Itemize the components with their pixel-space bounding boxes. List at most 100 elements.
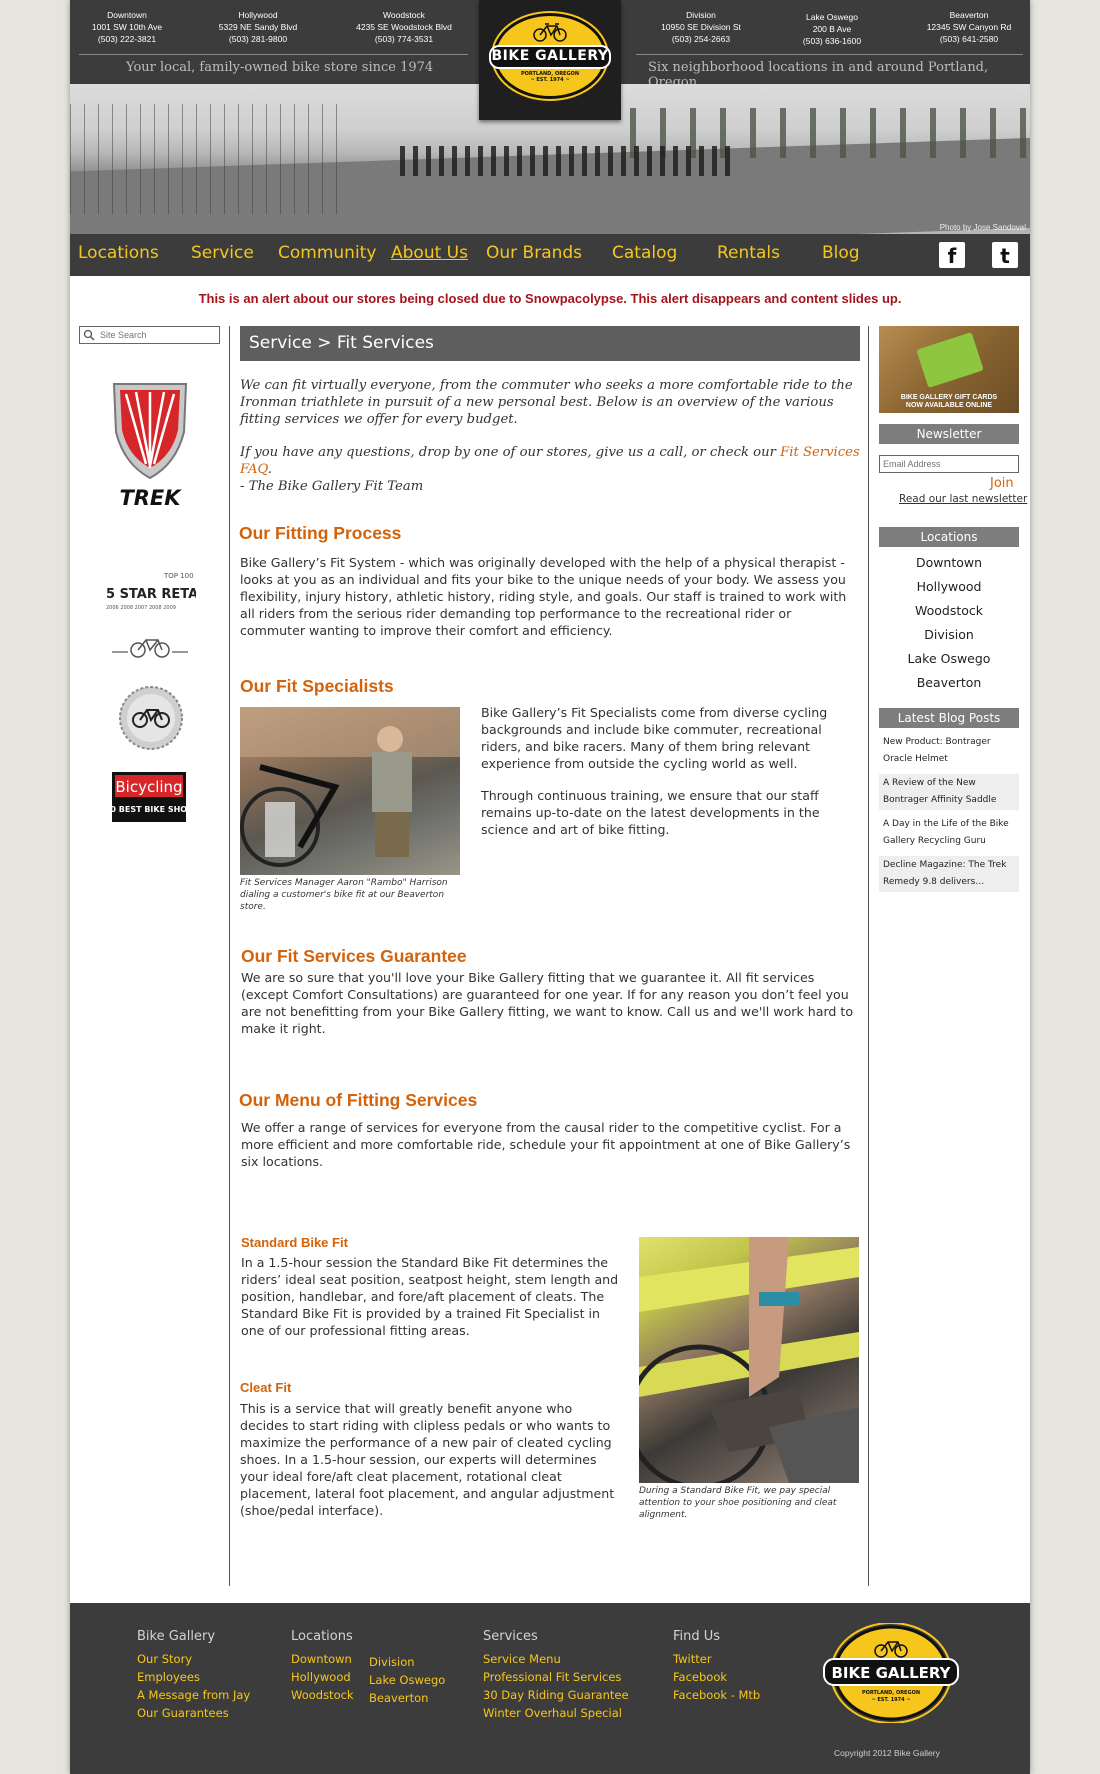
join-button[interactable]: Join	[990, 476, 1014, 491]
footer-link[interactable]: 30 Day Riding Guarantee	[483, 1686, 629, 1704]
page: Downtown 1001 SW 10th Ave (503) 222-3821…	[70, 0, 1030, 1774]
footer-link[interactable]: Division	[369, 1653, 445, 1671]
footer-link[interactable]: Professional Fit Services	[483, 1668, 629, 1686]
footer-heading: Bike Gallery	[137, 1629, 216, 1644]
nav-about-us[interactable]: About Us	[391, 243, 468, 263]
footer-heading: Find Us	[673, 1629, 721, 1644]
intro-contact: If you have any questions, drop by one o…	[240, 445, 860, 477]
footer-link[interactable]: Twitter	[673, 1650, 760, 1668]
blog-post-link[interactable]: A Day in the Life of the Bike Gallery Re…	[879, 815, 1019, 851]
blog-post-link[interactable]: Decline Magazine: The Trek Remedy 9.8 de…	[879, 856, 1019, 892]
trek-logo[interactable]: TREK	[106, 380, 194, 510]
left-divider	[229, 326, 230, 1586]
award-5star-retailer: TOP 100 5 STAR RETAILER 2006 2008 2007 2…	[106, 572, 196, 611]
footer-logo[interactable]: BIKE GALLERY PORTLAND, OREGON ~ EST. 197…	[820, 1623, 962, 1723]
footer: Bike Gallery Our Story Employees A Messa…	[70, 1603, 1030, 1774]
footer-logo-est: ~ EST. 1974 ~	[871, 1697, 910, 1703]
footer-logo-wordmark: BIKE GALLERY	[832, 1664, 952, 1682]
store-downtown[interactable]: Downtown 1001 SW 10th Ave (503) 222-3821	[76, 9, 178, 45]
last-newsletter-link[interactable]: Read our last newsletter	[899, 493, 1027, 505]
photo-fit-specialist	[240, 707, 460, 875]
email-field[interactable]	[879, 455, 1019, 473]
site-logo[interactable]: BIKE GALLERY PORTLAND, OREGON ~ EST. 197…	[479, 0, 621, 120]
nav-our-brands[interactable]: Our Brands	[486, 243, 582, 263]
footer-col-locations-2: Division Lake Oswego Beaverton	[369, 1653, 445, 1707]
award-100-best: 100 BEST BIKE SHOPS	[112, 805, 186, 814]
photo-standard-fit	[639, 1237, 859, 1483]
footer-link[interactable]: Our Story	[137, 1650, 250, 1668]
intro-signature: - The Bike Gallery Fit Team	[240, 479, 424, 494]
sidebar-location-downtown[interactable]: Downtown	[879, 555, 1019, 570]
footer-link[interactable]: Facebook	[673, 1668, 760, 1686]
footer-link[interactable]: Beaverton	[369, 1689, 445, 1707]
footer-link[interactable]: A Message from Jay	[137, 1686, 250, 1704]
footer-link[interactable]: Hollywood	[291, 1668, 354, 1686]
footer-heading: Locations	[291, 1629, 353, 1644]
award-bicycling-title: Bicycling	[115, 778, 182, 796]
footer-logo-subtitle: PORTLAND, OREGON	[862, 1690, 920, 1696]
award-years: 2006 2008 2007 2008 2009	[106, 605, 176, 611]
trek-wordmark: TREK	[119, 486, 182, 510]
site-search[interactable]	[79, 326, 220, 344]
photo-standard-fit-caption: During a Standard Bike Fit, we pay speci…	[639, 1486, 837, 1520]
section-title-fit-specialists: Our Fit Specialists	[240, 676, 394, 696]
logo-subtitle: PORTLAND, OREGON ~ EST. 1974 ~	[520, 71, 580, 83]
award-consumers-choice	[119, 686, 183, 750]
award-bicycling-100-best: Bicycling 100 BEST BIKE SHOPS	[112, 772, 186, 822]
twitter-icon[interactable]: t	[992, 242, 1018, 268]
footer-link[interactable]: Employees	[137, 1668, 250, 1686]
facebook-icon[interactable]: f	[939, 242, 965, 268]
standard-bike-fit-text: In a 1.5-hour session the Standard Bike …	[241, 1255, 619, 1338]
sidebar-location-division[interactable]: Division	[879, 627, 1019, 642]
sidebar-location-beaverton[interactable]: Beaverton	[879, 675, 1019, 690]
tagline-left: Your local, family-owned bike store sinc…	[126, 60, 434, 75]
photo-fit-specialist-caption: Fit Services Manager Aaron "Rambo" Harri…	[240, 878, 448, 912]
standard-bike-fit-title: Standard Bike Fit	[241, 1235, 348, 1250]
footer-link[interactable]: Lake Oswego	[369, 1671, 445, 1689]
award-title: 5 STAR RETAILER	[106, 587, 196, 602]
footer-heading: Services	[483, 1629, 538, 1644]
search-input[interactable]	[100, 328, 216, 342]
newsletter-heading: Newsletter	[879, 424, 1019, 444]
nav-service[interactable]: Service	[191, 243, 254, 263]
sidebar-location-hollywood[interactable]: Hollywood	[879, 579, 1019, 594]
menu-text: We offer a range of services for everyon…	[241, 1120, 851, 1169]
blog-heading: Latest Blog Posts	[879, 708, 1019, 728]
blog-post-link[interactable]: New Product: Bontrager Oracle Helmet	[879, 733, 1019, 769]
hero-fence	[70, 104, 340, 214]
nav-blog[interactable]: Blog	[822, 243, 860, 263]
nav-locations[interactable]: Locations	[78, 243, 159, 263]
section-title-guarantee: Our Fit Services Guarantee	[241, 946, 467, 966]
store-hollywood[interactable]: Hollywood 5329 NE Sandy Blvd (503) 281-9…	[198, 9, 318, 45]
sidebar-location-woodstock[interactable]: Woodstock	[879, 603, 1019, 618]
photo-standard-fit-art	[639, 1237, 859, 1483]
footer-link[interactable]: Service Menu	[483, 1650, 629, 1668]
section-title-menu: Our Menu of Fitting Services	[239, 1090, 478, 1110]
right-divider	[868, 326, 869, 1586]
award-bicycle-friendly	[112, 639, 188, 658]
footer-link[interactable]: Our Guarantees	[137, 1704, 250, 1722]
cleat-fit-title: Cleat Fit	[240, 1380, 292, 1395]
footer-link[interactable]: Winter Overhaul Special	[483, 1704, 629, 1722]
store-division[interactable]: Division 10950 SE Division St (503) 254-…	[636, 9, 766, 45]
header-divider	[636, 54, 1023, 55]
footer-link[interactable]: Facebook - Mtb	[673, 1686, 760, 1704]
store-beaverton[interactable]: Beaverton 12345 SW Canyon Rd (503) 641-2…	[914, 9, 1024, 45]
store-lake-oswego[interactable]: Lake Oswego 200 B Ave (503) 636-1600	[782, 11, 882, 47]
search-icon	[83, 329, 95, 341]
nav-catalog[interactable]: Catalog	[612, 243, 677, 263]
footer-col-locations: Locations Downtown Hollywood Woodstock	[291, 1629, 354, 1704]
blog-post-link[interactable]: A Review of the New Bontrager Affinity S…	[879, 774, 1019, 810]
store-woodstock[interactable]: Woodstock 4235 SE Woodstock Blvd (503) 7…	[334, 9, 474, 45]
header-divider	[79, 54, 468, 55]
footer-link[interactable]: Downtown	[291, 1650, 354, 1668]
footer-link[interactable]: Woodstock	[291, 1686, 354, 1704]
logo-wordmark: BIKE GALLERY	[489, 45, 611, 69]
nav-rentals[interactable]: Rentals	[717, 243, 780, 263]
main-nav: Locations Service Community About Us Our…	[70, 234, 1030, 276]
copyright: Copyright 2012 Bike Gallery	[834, 1748, 940, 1758]
sidebar-location-lake-oswego[interactable]: Lake Oswego	[879, 651, 1019, 666]
gift-card-promo[interactable]: BIKE GALLERY GIFT CARDS NOW AVAILABLE ON…	[879, 326, 1019, 413]
nav-community[interactable]: Community	[278, 243, 376, 263]
page-title: Service > Fit Services	[240, 326, 860, 361]
